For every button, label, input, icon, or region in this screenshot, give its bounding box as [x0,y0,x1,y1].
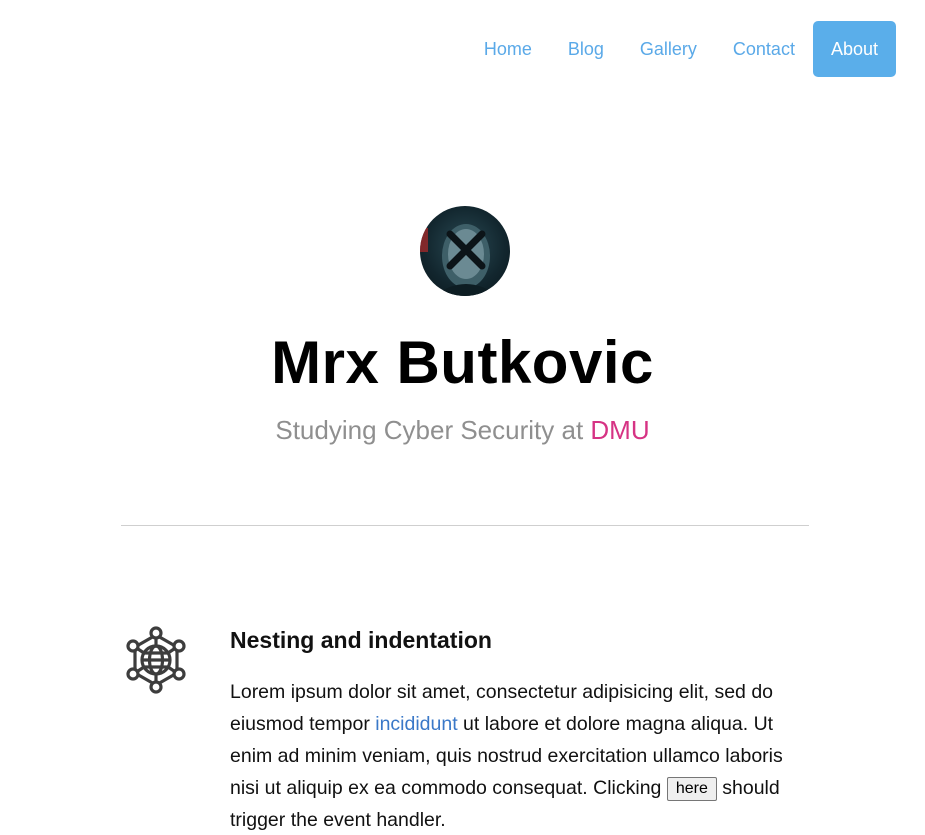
profile-subtitle: Studying Cyber Security at DMU [0,415,925,446]
nav-blog[interactable]: Blog [550,21,622,77]
subtitle-prefix: Studying Cyber Security at [275,415,591,445]
here-button[interactable]: here [666,777,717,801]
nav-gallery[interactable]: Gallery [622,21,715,77]
profile-name: Mrx Butkovic [271,329,654,396]
nav-about[interactable]: About [812,21,896,77]
avatar [420,206,510,296]
feature-text: Lorem ipsum dolor sit amet, consectetur … [230,676,810,835]
nav-home[interactable]: Home [466,21,550,77]
section-divider [121,525,809,526]
network-globe-icon [121,625,191,695]
nav-contact[interactable]: Contact [715,21,813,77]
incididunt-link[interactable]: incididunt [375,713,457,735]
subtitle-highlight: DMU [590,415,650,445]
main-nav: Home Blog Gallery Contact About [466,21,896,77]
feature-title: Nesting and indentation [230,627,492,653]
